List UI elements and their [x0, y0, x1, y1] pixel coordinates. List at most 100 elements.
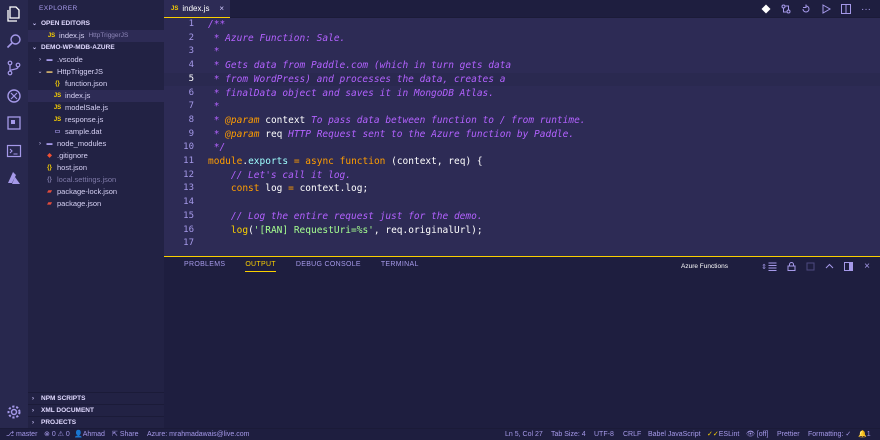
- notifications-item[interactable]: 🔔1: [858, 429, 871, 440]
- code-line[interactable]: 7 *: [164, 100, 880, 114]
- code-token: *: [208, 128, 226, 140]
- code-line[interactable]: 14: [164, 196, 880, 210]
- tree-item-httptriggerjs[interactable]: ⌄ ▬ HttpTriggerJS: [28, 66, 164, 78]
- code-line[interactable]: 4 * Gets data from Paddle.com (which in …: [164, 59, 880, 73]
- code-line[interactable]: 11 module.exports = async function (conte…: [164, 155, 880, 169]
- branch-item[interactable]: ⎇ master: [6, 429, 37, 440]
- tab-terminal[interactable]: TERMINAL: [381, 261, 419, 272]
- code-line[interactable]: 15 // Log the entire request just for th…: [164, 210, 880, 224]
- error-count: 0: [51, 431, 56, 438]
- js-file-icon: JS: [171, 5, 179, 12]
- panel-actions: ×: [767, 261, 872, 272]
- tree-item-node-modules[interactable]: › ▬ node_modules: [28, 138, 164, 150]
- output-channel-select[interactable]: Azure Functions ⇕: [677, 261, 771, 272]
- projects-section[interactable]: › PROJECTS: [28, 416, 164, 428]
- code-token: *: [208, 46, 220, 58]
- live-share-user[interactable]: 👤Ahmad: [74, 429, 105, 440]
- search-icon[interactable]: [6, 33, 22, 49]
- tree-item-host-json[interactable]: {} host.json: [28, 162, 164, 174]
- git-compare-icon[interactable]: [780, 3, 792, 15]
- editor-actions: ···: [760, 3, 872, 15]
- eye-item[interactable]: 👁 [off]: [746, 429, 768, 440]
- eslint-item[interactable]: ✓✓ESLint: [707, 429, 739, 440]
- problems-item[interactable]: ⊗ 0 ⚠ 0: [44, 429, 70, 440]
- explorer-icon[interactable]: [6, 6, 22, 22]
- project-label: DEMO-WP-MDB-AZURE: [41, 44, 115, 51]
- play-icon[interactable]: [820, 3, 832, 15]
- line-text: * Azure Function: Sale.: [208, 32, 346, 46]
- code-line[interactable]: 5 * from WordPress) and processes the da…: [164, 72, 880, 87]
- extensions-icon[interactable]: [6, 115, 22, 131]
- tree-item-label: node_modules: [57, 139, 107, 148]
- tree-item-gitignore[interactable]: ◆ .gitignore: [28, 150, 164, 162]
- open-editor-item[interactable]: JS index.js HttpTriggerJS: [28, 30, 164, 42]
- xml-document-section[interactable]: › XML DOCUMENT: [28, 404, 164, 416]
- chevron-up-icon[interactable]: [824, 261, 834, 271]
- open-changes-icon[interactable]: [800, 3, 812, 15]
- code-line[interactable]: 1 /**: [164, 18, 880, 32]
- close-panel-icon[interactable]: ×: [862, 261, 872, 272]
- list-filter-icon[interactable]: [767, 261, 777, 271]
- line-number: 11: [183, 156, 194, 166]
- open-editors-label: OPEN EDITORS: [41, 20, 91, 27]
- line-number: 3: [188, 46, 194, 57]
- share-button[interactable]: ⇱ Share: [112, 429, 139, 440]
- project-section[interactable]: ⌄ DEMO-WP-MDB-AZURE: [28, 42, 164, 54]
- close-icon[interactable]: ×: [219, 4, 224, 13]
- lock-scroll-icon[interactable]: [786, 261, 796, 271]
- tree-item-index-js[interactable]: JS index.js: [28, 90, 164, 102]
- tree-item-vscode[interactable]: › ▬ .vscode: [28, 54, 164, 66]
- diamond-icon[interactable]: [760, 3, 772, 15]
- tree-item-sample-dat[interactable]: ▭ sample.dat: [28, 126, 164, 138]
- tree-item-package-lock-json[interactable]: ▰ package-lock.json: [28, 186, 164, 198]
- code-line[interactable]: 3 *: [164, 45, 880, 59]
- debug-icon[interactable]: [6, 88, 22, 104]
- open-editors-section[interactable]: ⌄ OPEN EDITORS: [28, 18, 164, 30]
- split-editor-icon[interactable]: [840, 3, 852, 15]
- clear-output-icon[interactable]: [805, 261, 815, 271]
- cursor-position[interactable]: Ln 5, Col 27: [505, 429, 543, 440]
- code-token: *: [208, 101, 220, 113]
- code-line[interactable]: 9 * @param req HTTP Request sent to the …: [164, 128, 880, 142]
- toggle-panel-icon[interactable]: [843, 261, 853, 271]
- npm-icon: ▰: [47, 189, 52, 195]
- code-editor[interactable]: 1/** 2 * Azure Function: Sale. 3 * 4 * Gets…: [164, 18, 880, 256]
- code-line[interactable]: 13 const log = context.log;: [164, 182, 880, 196]
- tree-item-response-js[interactable]: JS response.js: [28, 114, 164, 126]
- line-text: module.exports = async function (context…: [208, 155, 483, 169]
- line-number: 12: [183, 169, 194, 180]
- encoding[interactable]: UTF-8: [594, 429, 614, 440]
- tree-item-local-settings-json[interactable]: {} local.settings.json: [28, 174, 164, 186]
- tab-size[interactable]: Tab Size: 4: [551, 429, 586, 440]
- code-line[interactable]: 6 * finalData object and saves it in Mon…: [164, 87, 880, 101]
- tree-item-function-json[interactable]: {} function.json: [28, 78, 164, 90]
- tab-debug-console[interactable]: DEBUG CONSOLE: [296, 261, 361, 272]
- tree-item-package-json[interactable]: ▰ package.json: [28, 198, 164, 210]
- code-line[interactable]: 17: [164, 237, 880, 251]
- more-actions-icon[interactable]: ···: [860, 3, 872, 15]
- code-line[interactable]: 16 log('[RAN] RequestUri=%s', req.origin…: [164, 224, 880, 238]
- tab-problems[interactable]: PROBLEMS: [184, 261, 225, 272]
- language-mode[interactable]: Babel JavaScript: [648, 429, 701, 440]
- user-name: Ahmad: [82, 431, 105, 438]
- npm-scripts-section[interactable]: › NPM SCRIPTS: [28, 392, 164, 404]
- terminal-icon[interactable]: [6, 143, 22, 159]
- line-text: *: [208, 100, 220, 114]
- tree-item-modelsale-js[interactable]: JS modelSale.js: [28, 102, 164, 114]
- azure-account[interactable]: Azure: mrahmadawais@live.com: [147, 429, 249, 440]
- json-file-icon: {}: [47, 165, 52, 171]
- code-line[interactable]: 12 // Let's call it log.: [164, 169, 880, 183]
- formatting-item[interactable]: Formatting: ✓: [808, 429, 851, 440]
- prettier-item[interactable]: Prettier: [777, 429, 800, 440]
- end-of-line[interactable]: CRLF: [623, 429, 641, 440]
- code-line[interactable]: 10 */: [164, 141, 880, 155]
- source-control-icon[interactable]: [6, 60, 22, 76]
- tab-index-js[interactable]: JS index.js ×: [164, 0, 230, 18]
- azure-icon[interactable]: [6, 170, 22, 186]
- settings-gear-icon[interactable]: [6, 404, 22, 420]
- code-line[interactable]: 2 * Azure Function: Sale.: [164, 32, 880, 46]
- code-line[interactable]: 8 * @param context To pass data between …: [164, 114, 880, 128]
- tab-output[interactable]: OUTPUT: [245, 261, 276, 272]
